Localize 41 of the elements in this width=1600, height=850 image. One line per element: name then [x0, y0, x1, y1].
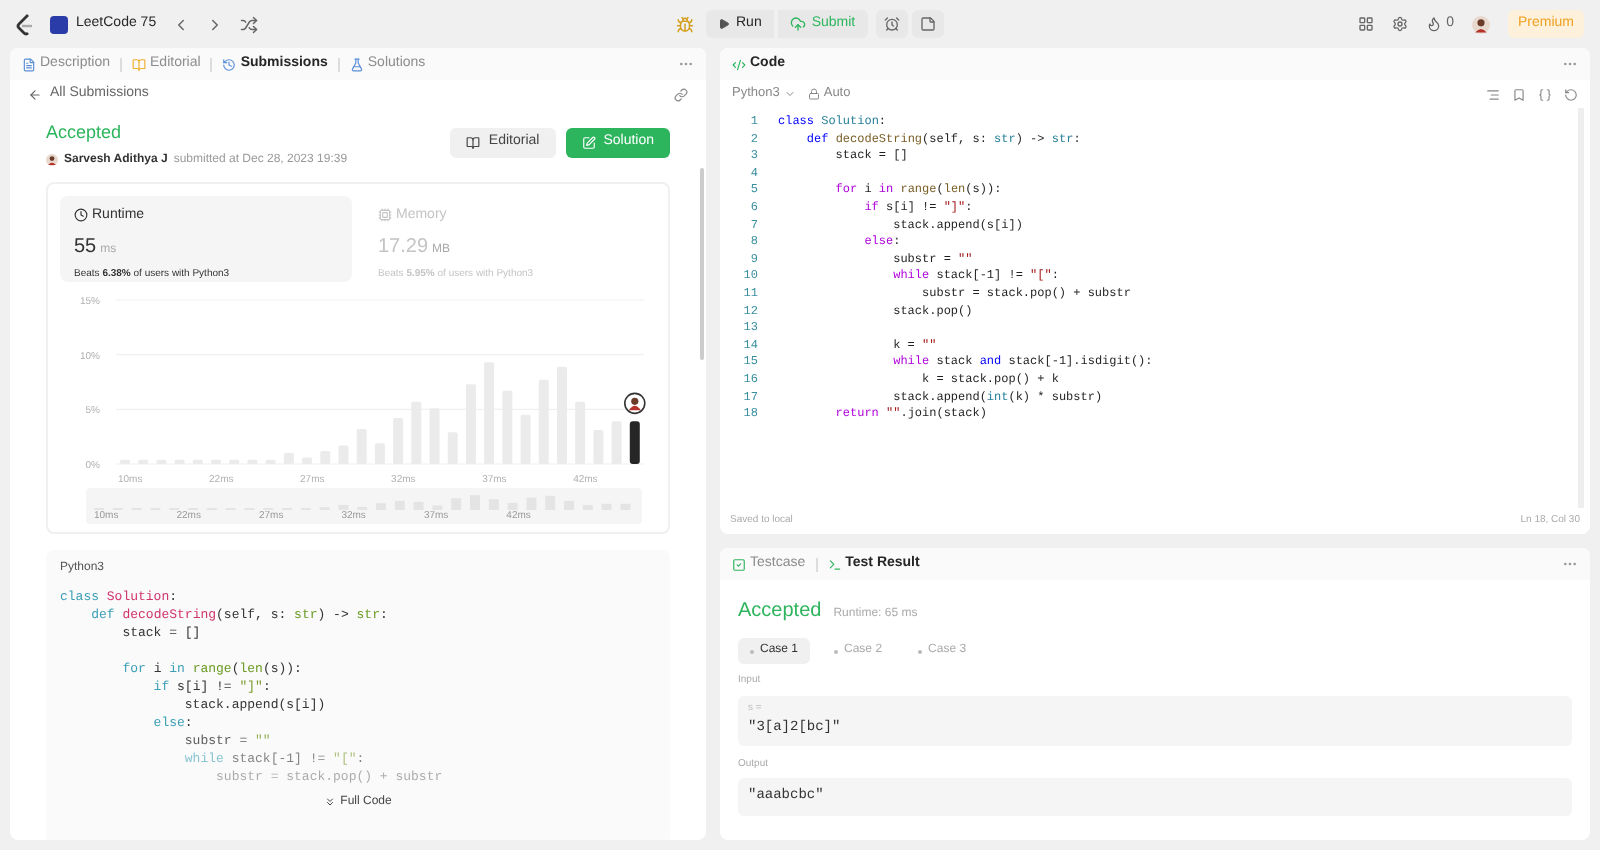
chart-bar: [629, 420, 640, 463]
avatar-icon: [46, 154, 58, 166]
bug-icon[interactable]: [676, 15, 694, 33]
list-icon: [50, 15, 68, 33]
clock-icon: [74, 208, 88, 223]
play-icon: [718, 18, 730, 30]
reset-icon[interactable]: [1564, 87, 1578, 101]
note-icon: [919, 16, 936, 32]
link-icon[interactable]: [674, 88, 688, 102]
avatar-icon: [624, 391, 646, 414]
double-chevron-icon: [324, 796, 337, 808]
back-arrow-icon: [28, 88, 42, 102]
lock-icon: [807, 88, 820, 100]
document-icon: [22, 57, 36, 71]
terminal-icon: [827, 557, 842, 571]
settings-icon[interactable]: [1392, 16, 1409, 32]
format-icon[interactable]: [1486, 87, 1500, 101]
bookmark-icon[interactable]: [1512, 87, 1526, 101]
braces-icon[interactable]: [1538, 87, 1552, 101]
pen-icon: [581, 136, 596, 150]
stat-value: 17.29: [378, 234, 429, 262]
chip-icon: [378, 208, 392, 223]
book-icon: [132, 57, 147, 71]
result-status: Accepted: [738, 598, 822, 626]
checkbox-icon: [732, 557, 746, 571]
flame-icon[interactable]: [1426, 16, 1443, 32]
cloud-upload-icon: [789, 16, 806, 32]
timer-button[interactable]: [875, 10, 908, 38]
alarm-clock-icon: [883, 16, 900, 32]
shuffle-icon[interactable]: [240, 15, 259, 33]
logo-icon[interactable]: [16, 13, 34, 35]
grid-icon[interactable]: [1358, 16, 1375, 32]
flask-icon: [349, 57, 364, 71]
code-icon: [732, 57, 746, 71]
history-icon: [222, 57, 237, 71]
stat-value: 55: [74, 234, 97, 262]
chevron-down-icon: [783, 88, 796, 100]
notes-button[interactable]: [911, 10, 944, 38]
avatar-icon: [1471, 15, 1490, 33]
status-text: Accepted: [46, 120, 124, 146]
book-icon: [466, 136, 481, 150]
